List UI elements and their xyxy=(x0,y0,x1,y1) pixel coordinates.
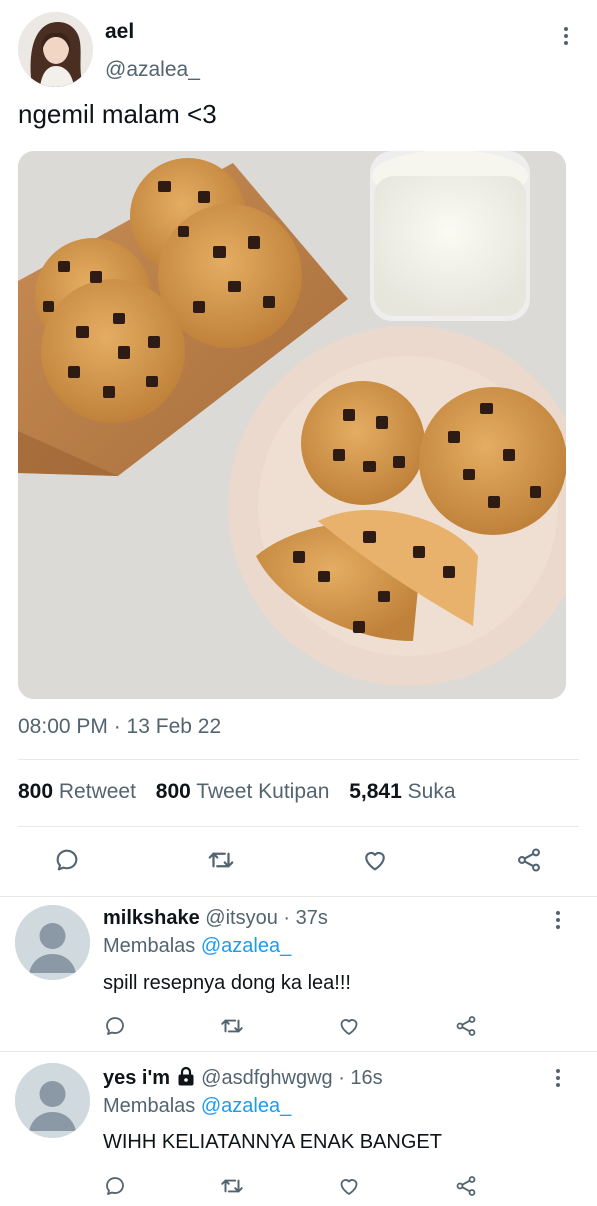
reply-text: WIHH KELIATANNYA ENAK BANGET xyxy=(103,1131,442,1153)
share-icon[interactable] xyxy=(446,1166,486,1206)
lock-icon xyxy=(176,1066,196,1092)
likes-label: Suka xyxy=(407,780,456,803)
divider xyxy=(18,759,579,760)
reply-author-handle[interactable]: @itsyou xyxy=(205,907,278,929)
reply-header: yes i'm @asdfghwgwg · 16s xyxy=(103,1066,383,1092)
replying-label: Membalas xyxy=(103,1095,196,1117)
reply-time[interactable]: · 37s xyxy=(283,907,327,929)
tweet-stats: 800 Retweet 800 Tweet Kutipan 5,841 Suka xyxy=(18,780,470,804)
more-icon[interactable] xyxy=(554,24,578,48)
like-icon[interactable] xyxy=(355,840,395,880)
retweets-stat[interactable]: 800 Retweet xyxy=(18,780,136,803)
tweet-timestamp[interactable]: 08:00 PM · 13 Feb 22 xyxy=(18,715,221,739)
author-avatar[interactable] xyxy=(18,12,93,87)
divider xyxy=(18,826,579,827)
reply-text: spill resepnya dong ka lea!!! xyxy=(103,972,351,994)
retweet-icon[interactable] xyxy=(212,1006,252,1046)
author-name[interactable]: ael xyxy=(105,20,134,44)
replying-label: Membalas xyxy=(103,935,196,957)
author-handle[interactable]: @azalea_ xyxy=(105,58,200,82)
like-icon[interactable] xyxy=(329,1166,369,1206)
more-icon[interactable] xyxy=(546,908,570,932)
reply-avatar[interactable] xyxy=(15,1063,90,1138)
more-icon[interactable] xyxy=(546,1066,570,1090)
replying-to: Membalas @azalea_ xyxy=(103,1095,291,1118)
share-icon[interactable] xyxy=(509,840,549,880)
reply-icon[interactable] xyxy=(95,1006,135,1046)
likes-stat[interactable]: 5,841 Suka xyxy=(349,780,455,803)
retweets-label: Retweet xyxy=(58,780,136,803)
reply-time[interactable]: · 16s xyxy=(338,1067,382,1089)
reply-header: milkshake @itsyou · 37s xyxy=(103,907,328,930)
likes-count: 5,841 xyxy=(349,780,402,803)
retweet-icon[interactable] xyxy=(212,1166,252,1206)
tweet-photo[interactable] xyxy=(18,151,566,699)
reply-icon[interactable] xyxy=(47,840,87,880)
like-icon[interactable] xyxy=(329,1006,369,1046)
divider xyxy=(0,896,597,897)
share-icon[interactable] xyxy=(446,1006,486,1046)
divider xyxy=(0,1051,597,1052)
quotes-count: 800 xyxy=(155,780,191,803)
retweet-icon[interactable] xyxy=(201,840,241,880)
retweets-count: 800 xyxy=(18,780,54,803)
replying-to: Membalas @azalea_ xyxy=(103,935,291,958)
reply-avatar[interactable] xyxy=(15,905,90,980)
quotes-stat[interactable]: 800 Tweet Kutipan xyxy=(156,780,330,803)
reply-author-handle[interactable]: @asdfghwgwg xyxy=(201,1067,332,1089)
replying-mention[interactable]: @azalea_ xyxy=(201,935,291,957)
reply-icon[interactable] xyxy=(95,1166,135,1206)
quotes-label: Tweet Kutipan xyxy=(196,780,330,803)
tweet-text: ngemil malam <3 xyxy=(18,99,217,129)
reply-author-name[interactable]: milkshake xyxy=(103,907,200,929)
replying-mention[interactable]: @azalea_ xyxy=(201,1095,291,1117)
reply-author-name[interactable]: yes i'm xyxy=(103,1067,170,1089)
